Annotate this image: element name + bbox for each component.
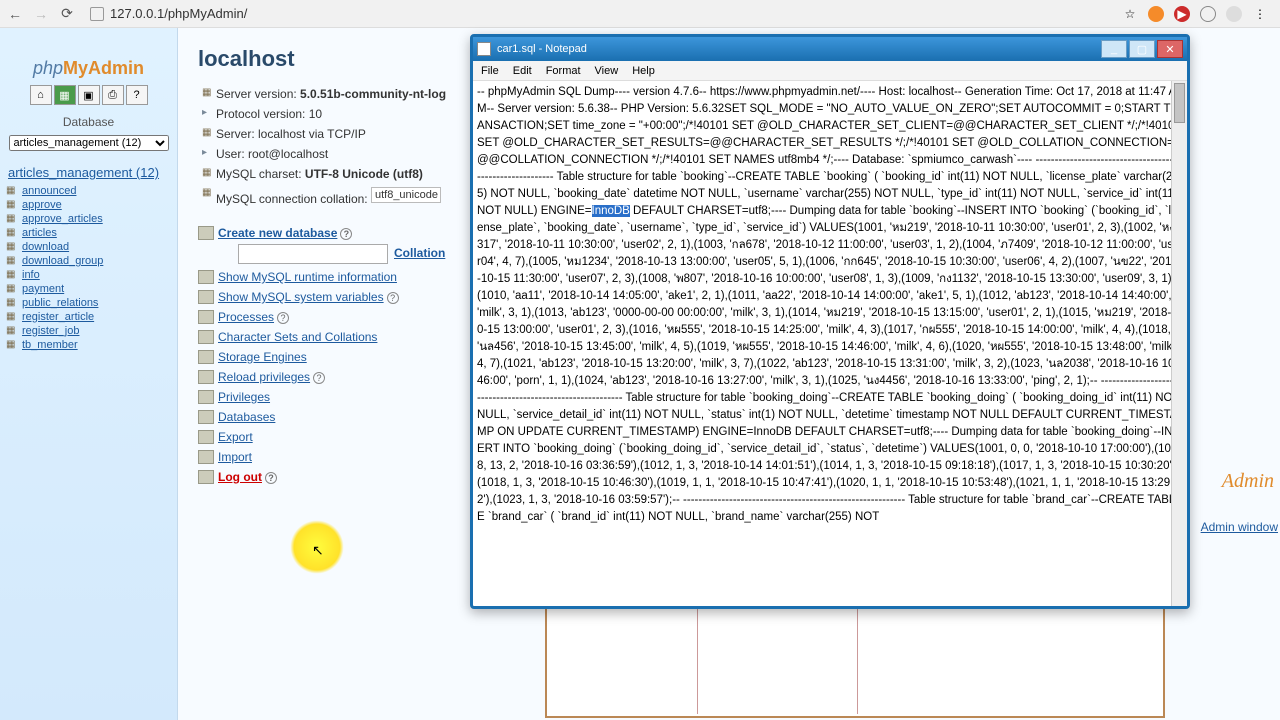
database-select[interactable]: articles_management (12) bbox=[9, 135, 169, 151]
help-icon[interactable]: ? bbox=[265, 472, 277, 484]
collation-select[interactable]: utf8_unicode bbox=[371, 187, 441, 203]
help-icon[interactable]: ? bbox=[340, 228, 352, 240]
cursor-icon: ↖ bbox=[312, 542, 324, 559]
scrollbar-thumb[interactable] bbox=[1174, 83, 1185, 123]
table-link[interactable]: articles bbox=[6, 226, 171, 240]
table-link[interactable]: download bbox=[6, 240, 171, 254]
forward-button[interactable]: → bbox=[32, 5, 50, 23]
watermark-text: Admin bbox=[1222, 470, 1274, 493]
reload-button[interactable]: ⟳ bbox=[58, 5, 76, 23]
selected-text: InnoDB bbox=[592, 205, 630, 217]
chrome-menu-icon[interactable]: ⋮ bbox=[1252, 6, 1268, 22]
menu-file[interactable]: File bbox=[481, 65, 499, 77]
file-icon bbox=[477, 42, 491, 56]
docs-button[interactable]: ⎙ bbox=[102, 85, 124, 105]
table-link[interactable]: tb_member bbox=[6, 338, 171, 352]
extension-icon-2[interactable]: ▶ bbox=[1174, 6, 1190, 22]
help-icon[interactable]: ? bbox=[313, 372, 325, 384]
menu-edit[interactable]: Edit bbox=[513, 65, 532, 77]
extension-icon-3[interactable] bbox=[1200, 6, 1216, 22]
menu-format[interactable]: Format bbox=[546, 65, 581, 77]
notepad-menu: File Edit Format View Help bbox=[473, 61, 1187, 81]
table-list: announced approve approve_articles artic… bbox=[0, 184, 177, 352]
profile-icon[interactable] bbox=[1226, 6, 1242, 22]
back-button[interactable]: ← bbox=[6, 5, 24, 23]
extension-icon-1[interactable] bbox=[1148, 6, 1164, 22]
logo[interactable]: phpMyAdmin bbox=[0, 58, 177, 79]
close-button[interactable]: ✕ bbox=[1157, 40, 1183, 58]
table-link[interactable]: download_group bbox=[6, 254, 171, 268]
help-button[interactable]: ? bbox=[126, 85, 148, 105]
sidebar-toolbar: ⌂ ▦ ▣ ⎙ ? bbox=[0, 85, 177, 105]
table-link[interactable]: payment bbox=[6, 282, 171, 296]
help-icon[interactable]: ? bbox=[277, 312, 289, 324]
table-link[interactable]: approve bbox=[6, 198, 171, 212]
notepad-titlebar[interactable]: car1.sql - Notepad _ ▢ ✕ bbox=[473, 37, 1187, 61]
url-text: 127.0.0.1/phpMyAdmin/ bbox=[110, 6, 247, 21]
sidebar: phpMyAdmin ⌂ ▦ ▣ ⎙ ? Database articles_m… bbox=[0, 28, 178, 720]
table-link[interactable]: public_relations bbox=[6, 296, 171, 310]
help-icon[interactable]: ? bbox=[387, 292, 399, 304]
browser-toolbar: ← → ⟳ 127.0.0.1/phpMyAdmin/ ☆ ▶ ⋮ bbox=[0, 0, 1280, 28]
site-info-icon[interactable] bbox=[90, 7, 104, 21]
menu-view[interactable]: View bbox=[595, 65, 619, 77]
background-window-frame bbox=[545, 608, 1165, 718]
query-button[interactable]: ▦ bbox=[54, 85, 76, 105]
address-bar[interactable]: 127.0.0.1/phpMyAdmin/ bbox=[90, 6, 247, 21]
home-button[interactable]: ⌂ bbox=[30, 85, 52, 105]
table-link[interactable]: info bbox=[6, 268, 171, 282]
notepad-window: car1.sql - Notepad _ ▢ ✕ File Edit Forma… bbox=[470, 34, 1190, 609]
menu-help[interactable]: Help bbox=[632, 65, 655, 77]
admin-window-link[interactable]: Admin window bbox=[1201, 520, 1278, 534]
window-title: car1.sql - Notepad bbox=[497, 43, 587, 55]
table-link[interactable]: register_job bbox=[6, 324, 171, 338]
collation-label: Collation bbox=[394, 246, 445, 260]
sql-button[interactable]: ▣ bbox=[78, 85, 100, 105]
create-database-input[interactable] bbox=[238, 244, 388, 264]
bookmark-star-icon[interactable]: ☆ bbox=[1122, 6, 1138, 22]
scrollbar[interactable] bbox=[1171, 81, 1187, 606]
maximize-button[interactable]: ▢ bbox=[1129, 40, 1155, 58]
notepad-text-area[interactable]: -- phpMyAdmin SQL Dump---- version 4.7.6… bbox=[473, 81, 1187, 606]
table-link[interactable]: announced bbox=[6, 184, 171, 198]
database-label: Database bbox=[0, 115, 177, 129]
table-link[interactable]: approve_articles bbox=[6, 212, 171, 226]
table-link[interactable]: register_article bbox=[6, 310, 171, 324]
minimize-button[interactable]: _ bbox=[1101, 40, 1127, 58]
database-name-link[interactable]: articles_management (12) bbox=[0, 161, 177, 184]
